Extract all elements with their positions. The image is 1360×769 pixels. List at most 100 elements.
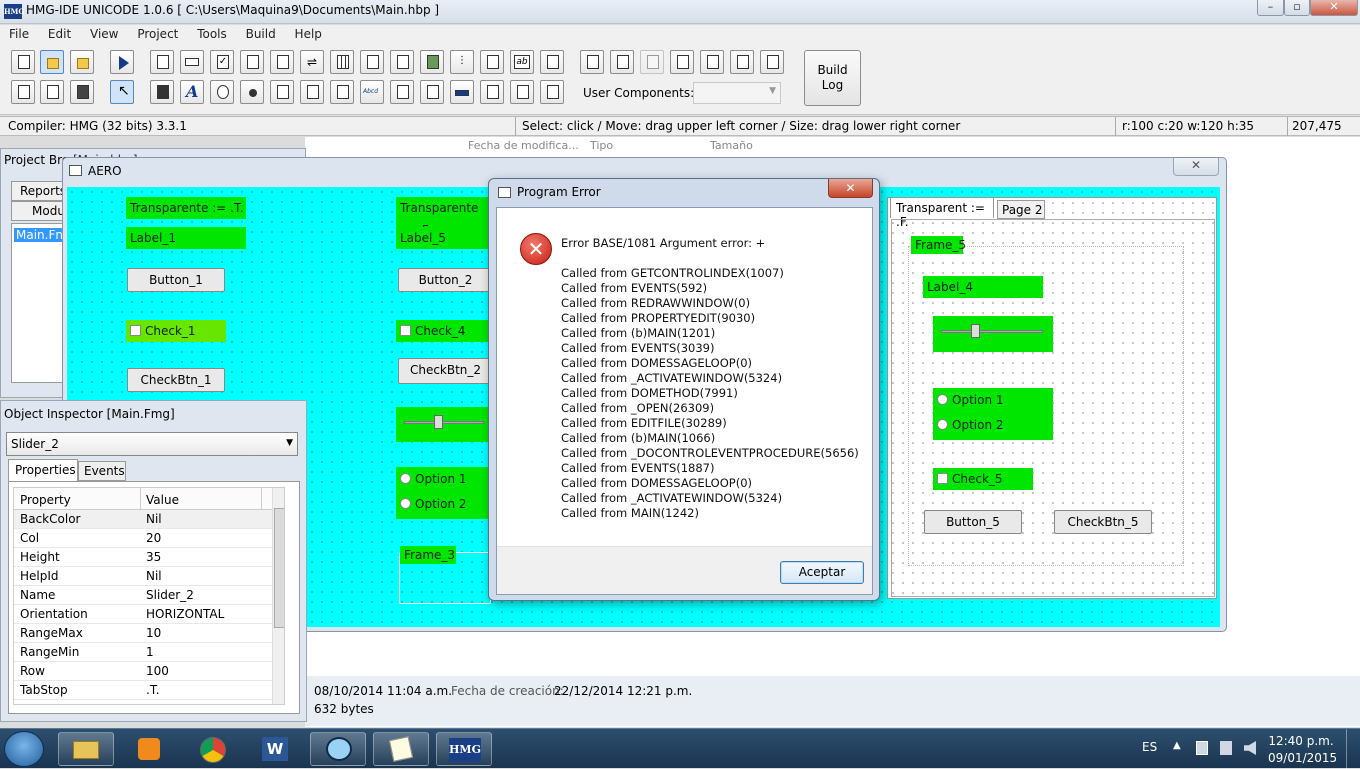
- radio-group-5[interactable]: Option 1 Option 2: [933, 388, 1053, 440]
- tab-properties[interactable]: Properties: [8, 459, 78, 481]
- menu-edit[interactable]: Edit: [39, 25, 77, 41]
- spinner-tool-icon[interactable]: ⇌: [300, 50, 324, 74]
- chrome-task-icon[interactable]: [184, 732, 240, 766]
- table-row[interactable]: RangeMin 1: [14, 643, 274, 662]
- notepad-task-icon[interactable]: [373, 732, 429, 766]
- radio-tool-icon[interactable]: [240, 80, 264, 104]
- align-top-icon[interactable]: [580, 50, 604, 74]
- richedit-tool-icon[interactable]: [420, 80, 444, 104]
- checkbox-tool-icon[interactable]: ✓: [210, 50, 234, 74]
- clock-time[interactable]: 12:40 p.m.: [1268, 734, 1334, 748]
- property-value[interactable]: Nil: [146, 512, 162, 526]
- label-5[interactable]: Label_5: [396, 227, 491, 249]
- option-2[interactable]: Option 2: [400, 492, 491, 517]
- build-log-button[interactable]: Build Log: [804, 50, 861, 106]
- property-value[interactable]: HORIZONTAL: [146, 607, 224, 621]
- scrollbar[interactable]: [272, 488, 284, 704]
- close-button[interactable]: ✕: [1310, 0, 1358, 16]
- open-folder-icon[interactable]: [40, 50, 64, 74]
- document-icon[interactable]: [40, 80, 64, 104]
- grid-tool-icon[interactable]: [330, 50, 354, 74]
- tab-reports[interactable]: Reports: [11, 181, 66, 201]
- maximize-button[interactable]: ▫: [1284, 0, 1310, 16]
- control-selector[interactable]: Slider_2 ▼: [6, 432, 298, 456]
- table-row[interactable]: RangeMax 10: [14, 624, 274, 643]
- dialog-close-button[interactable]: ✕: [828, 179, 873, 198]
- property-value[interactable]: 10: [146, 626, 161, 640]
- table-row[interactable]: Orientation HORIZONTAL: [14, 605, 274, 624]
- slider-tool-icon[interactable]: [270, 80, 294, 104]
- explorer-task-icon[interactable]: [58, 732, 114, 766]
- menu-view[interactable]: View: [81, 25, 124, 41]
- textbox-tool-icon[interactable]: ab: [510, 50, 534, 74]
- property-value[interactable]: 100: [146, 664, 169, 678]
- table-row[interactable]: TabStop .T.: [14, 681, 274, 700]
- check-5[interactable]: Check_5: [933, 468, 1033, 490]
- check-1[interactable]: Check_1: [126, 320, 226, 342]
- header-value[interactable]: Value: [146, 493, 179, 507]
- button-tool-icon[interactable]: [180, 50, 204, 74]
- scrollbar-thumb[interactable]: [274, 508, 284, 628]
- checkbtn-2[interactable]: CheckBtn_2: [398, 358, 493, 384]
- column-header-type[interactable]: Tipo: [590, 139, 613, 152]
- option-1[interactable]: Option 1: [400, 467, 491, 492]
- form-icon[interactable]: [11, 80, 35, 104]
- hyperlink-tool-icon[interactable]: Abcd: [360, 80, 384, 104]
- label-4[interactable]: Label_4: [923, 276, 1043, 298]
- align-center-icon[interactable]: [610, 50, 634, 74]
- form-close-icon[interactable]: ✕: [1173, 158, 1219, 176]
- start-button[interactable]: [4, 731, 44, 767]
- menu-build[interactable]: Build: [237, 25, 282, 41]
- media-player-task-icon[interactable]: [121, 732, 177, 766]
- monthcal-tool-icon[interactable]: [390, 80, 414, 104]
- menu-tools[interactable]: Tools: [188, 25, 233, 41]
- volume-icon[interactable]: [1244, 741, 1256, 755]
- slider-2[interactable]: [396, 407, 491, 442]
- action-center-icon[interactable]: [1196, 741, 1208, 755]
- ipaddress-tool-icon[interactable]: [450, 80, 474, 104]
- table-row[interactable]: Row 100: [14, 662, 274, 681]
- tab-tool-icon[interactable]: [360, 50, 384, 74]
- accept-button[interactable]: Aceptar: [780, 561, 864, 584]
- controls-icon[interactable]: [150, 80, 174, 104]
- timer-tool-icon[interactable]: [210, 80, 234, 104]
- run-icon[interactable]: [110, 50, 134, 74]
- same-width-icon[interactable]: [700, 50, 724, 74]
- activex-tool-icon[interactable]: [480, 80, 504, 104]
- align-bottom-icon[interactable]: [640, 50, 664, 74]
- frame-tool-icon[interactable]: [150, 50, 174, 74]
- property-value[interactable]: .T.: [146, 683, 160, 697]
- table-row[interactable]: HelpId Nil: [14, 567, 274, 586]
- checkbtn-1[interactable]: CheckBtn_1: [127, 368, 225, 392]
- player-tool-icon[interactable]: [510, 80, 534, 104]
- grid2-tool-icon[interactable]: [540, 80, 564, 104]
- column-header-modified[interactable]: Fecha de modifica...: [468, 139, 579, 152]
- property-value[interactable]: Slider_2: [146, 588, 194, 602]
- table-row[interactable]: Height 35: [14, 548, 274, 567]
- property-value[interactable]: Nil: [146, 569, 162, 583]
- word-task-icon[interactable]: W: [247, 732, 303, 766]
- property-value[interactable]: 20: [146, 531, 161, 545]
- property-value[interactable]: 1: [146, 645, 154, 659]
- property-value[interactable]: 35: [146, 550, 161, 564]
- minimize-button[interactable]: –: [1257, 0, 1284, 16]
- slider-thumb[interactable]: [434, 415, 443, 429]
- show-desktop-button[interactable]: [1346, 729, 1360, 769]
- option-2[interactable]: Option 2: [937, 413, 1053, 438]
- menu-help[interactable]: Help: [286, 25, 328, 41]
- browse-tool-icon[interactable]: [480, 50, 504, 74]
- label-transparent-1[interactable]: Transparente := .T.: [126, 197, 246, 219]
- new-file-icon[interactable]: [11, 50, 35, 74]
- button-5[interactable]: Button_5: [924, 510, 1022, 534]
- language-indicator[interactable]: ES: [1142, 740, 1157, 754]
- slider-tab[interactable]: [933, 316, 1053, 352]
- checkbtn-5[interactable]: CheckBtn_5: [1054, 510, 1152, 534]
- clock-date[interactable]: 09/01/2015: [1268, 751, 1337, 765]
- hmg-ide-task-icon[interactable]: [310, 732, 366, 766]
- frame-3[interactable]: Frame_3: [400, 546, 456, 564]
- check-4[interactable]: Check_4: [396, 320, 491, 342]
- list-item[interactable]: Main.Fn: [14, 228, 65, 242]
- same-height-icon[interactable]: [730, 50, 754, 74]
- menu-project[interactable]: Project: [128, 25, 184, 41]
- table-row[interactable]: BackColor Nil: [14, 510, 274, 529]
